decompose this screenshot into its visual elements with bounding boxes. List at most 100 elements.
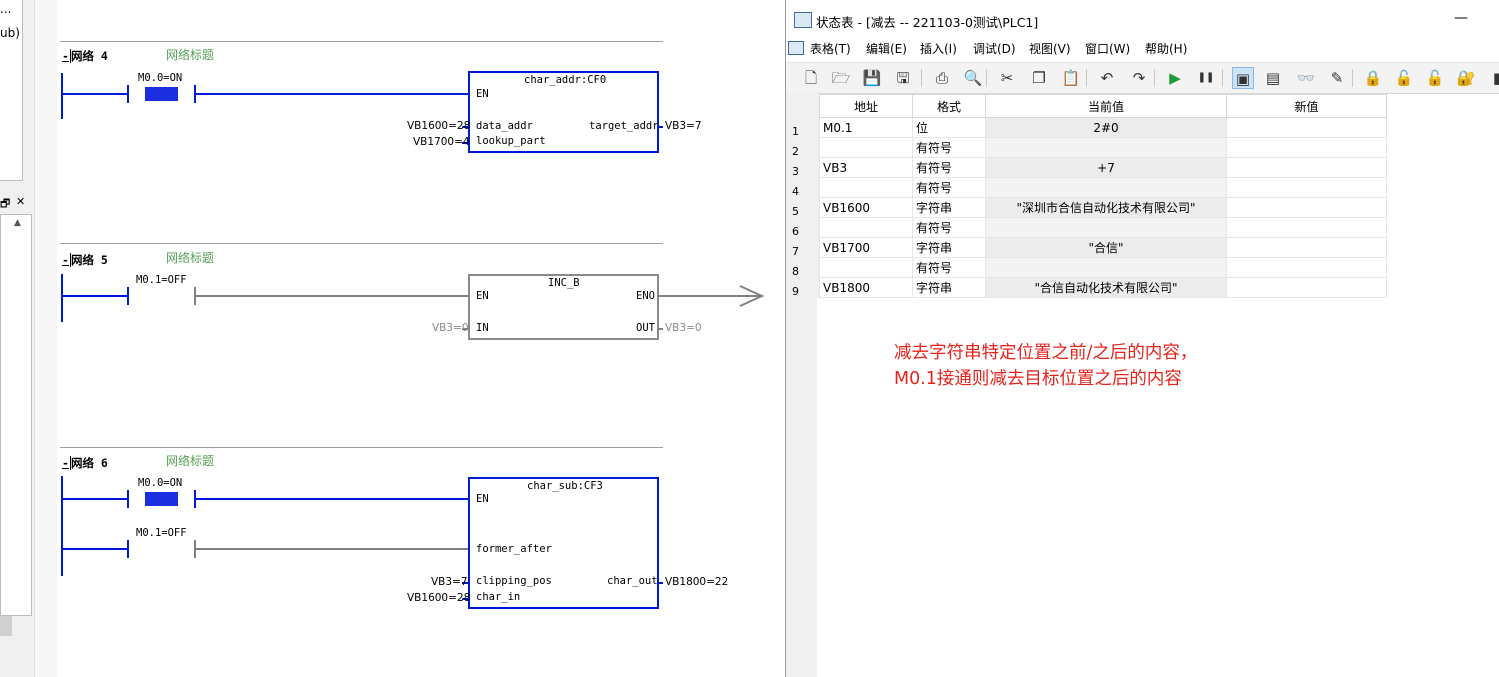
address-cell[interactable] <box>819 177 913 198</box>
current-value-cell[interactable] <box>985 177 1227 198</box>
table-row[interactable]: 1 M0.1 位 2#0 <box>788 117 1387 138</box>
current-value-cell[interactable]: "深圳市合信自动化技术有限公司" <box>985 197 1227 218</box>
force-icon[interactable]: 🔒 <box>1362 67 1384 89</box>
address-cell[interactable]: VB1600 <box>819 197 913 218</box>
more-icon[interactable]: ▮ <box>1486 67 1499 89</box>
row-number[interactable]: 3 <box>788 157 820 178</box>
address-cell[interactable]: M0.1 <box>819 117 913 138</box>
format-cell[interactable]: 位 <box>912 117 986 138</box>
output-value[interactable]: VB1800=22 <box>665 576 728 588</box>
row-number[interactable]: 9 <box>788 277 820 298</box>
table-row[interactable]: 7 VB1700 字符串 "合信" <box>788 237 1387 258</box>
redo-icon[interactable]: ↷ <box>1128 67 1150 89</box>
contact-m0-0-closed[interactable] <box>145 87 178 101</box>
new-value-cell[interactable] <box>1226 257 1387 278</box>
address-cell[interactable]: VB1700 <box>819 237 913 258</box>
run-icon[interactable]: ▶ <box>1164 67 1186 89</box>
input-value[interactable]: VB3=0 <box>432 322 469 334</box>
table-row[interactable]: 3 VB3 有符号 +7 <box>788 157 1387 178</box>
format-cell[interactable]: 有符号 <box>912 217 986 238</box>
current-value-cell[interactable]: +7 <box>985 157 1227 178</box>
row-number[interactable]: 2 <box>788 137 820 158</box>
current-value-cell[interactable]: "合信" <box>985 237 1227 258</box>
menu-view[interactable]: 视图(V) <box>1029 40 1071 57</box>
table-row[interactable]: 6 有符号 <box>788 217 1387 238</box>
network-6-title[interactable]: 网络标题 <box>166 452 214 469</box>
input-value[interactable]: VB1600=28 <box>407 120 470 132</box>
current-value-cell[interactable]: 2#0 <box>985 117 1227 138</box>
unforce-all-icon[interactable]: 🔓 <box>1424 67 1446 89</box>
unforce-icon[interactable]: 🔓 <box>1393 67 1415 89</box>
format-cell[interactable]: 有符号 <box>912 157 986 178</box>
row-number[interactable]: 4 <box>788 177 820 198</box>
pencil-icon[interactable]: ✎ <box>1326 67 1348 89</box>
copy-icon[interactable]: ❐ <box>1028 67 1050 89</box>
row-number[interactable]: 8 <box>788 257 820 278</box>
address-cell[interactable]: VB3 <box>819 157 913 178</box>
format-cell[interactable]: 字符串 <box>912 277 986 298</box>
network-5-label[interactable]: - 网络 5 <box>62 252 108 268</box>
cut-icon[interactable]: ✂ <box>996 67 1018 89</box>
new-value-cell[interactable] <box>1226 217 1387 238</box>
table-row[interactable]: 2 有符号 <box>788 137 1387 158</box>
row-number[interactable]: 5 <box>788 197 820 218</box>
table-row[interactable]: 8 有符号 <box>788 257 1387 278</box>
output-value[interactable]: VB3=7 <box>665 120 702 132</box>
format-cell[interactable]: 字符串 <box>912 197 986 218</box>
network-5-title[interactable]: 网络标题 <box>166 249 214 266</box>
menu-insert[interactable]: 插入(I) <box>920 40 957 57</box>
menu-edit[interactable]: 编辑(E) <box>866 40 907 57</box>
close-icon[interactable]: ✕ <box>16 195 25 208</box>
new-icon[interactable]: 🗋 <box>800 67 822 89</box>
format-cell[interactable]: 字符串 <box>912 237 986 258</box>
new-value-cell[interactable] <box>1226 277 1387 298</box>
input-value[interactable]: VB1600=28 <box>407 592 470 604</box>
new-value-cell[interactable] <box>1226 117 1387 138</box>
scroll-up-icon[interactable]: ▲ <box>14 218 21 228</box>
menu-help[interactable]: 帮助(H) <box>1145 40 1187 57</box>
window-menu-icon[interactable] <box>788 41 804 55</box>
address-cell[interactable] <box>819 137 913 158</box>
glasses-icon[interactable]: 👓 <box>1295 67 1317 89</box>
new-value-cell[interactable] <box>1226 137 1387 158</box>
new-value-cell[interactable] <box>1226 157 1387 178</box>
new-value-cell[interactable] <box>1226 197 1387 218</box>
column-header-format[interactable]: 格式 <box>912 94 986 118</box>
restore-icon[interactable]: 🗗 <box>0 195 10 214</box>
new-value-cell[interactable] <box>1226 237 1387 258</box>
table-row[interactable]: 9 VB1800 字符串 "合信自动化技术有限公司" <box>788 277 1387 298</box>
scroll-thumb[interactable] <box>0 616 12 636</box>
input-value[interactable]: VB3=7 <box>431 576 468 588</box>
undo-icon[interactable]: ↶ <box>1096 67 1118 89</box>
save-icon[interactable]: 💾 <box>861 67 883 89</box>
panel-list[interactable] <box>0 214 32 616</box>
window-title-bar[interactable]: 状态表 - [减去 -- 221103-0测试\PLC1] — <box>786 0 1499 38</box>
menu-window[interactable]: 窗口(W) <box>1085 40 1130 57</box>
column-header-address[interactable]: 地址 <box>819 94 913 118</box>
column-header-current-value[interactable]: 当前值 <box>985 94 1227 118</box>
splitter[interactable] <box>34 0 57 677</box>
format-cell[interactable]: 有符号 <box>912 137 986 158</box>
row-number[interactable]: 6 <box>788 217 820 238</box>
format-cell[interactable]: 有符号 <box>912 177 986 198</box>
pause-icon[interactable]: ❚❚ <box>1195 67 1217 89</box>
input-value[interactable]: VB1700=4 <box>413 136 470 148</box>
network-4-label[interactable]: - 网络 4 <box>62 48 108 64</box>
network-6-label[interactable]: - 网络 6 <box>62 455 108 471</box>
table-row[interactable]: 4 有符号 <box>788 177 1387 198</box>
current-value-cell[interactable] <box>985 137 1227 158</box>
column-header-new-value[interactable]: 新值 <box>1226 94 1387 118</box>
contact-m0-0-closed[interactable] <box>145 492 178 506</box>
menu-debug[interactable]: 调试(D) <box>973 40 1016 57</box>
open-icon[interactable]: 🗁 <box>830 67 852 89</box>
menu-table[interactable]: 表格(T) <box>810 40 851 57</box>
read-forced-icon[interactable]: 🔐 <box>1455 67 1477 89</box>
address-cell[interactable] <box>819 257 913 278</box>
current-value-cell[interactable] <box>985 217 1227 238</box>
table-monitor-icon[interactable]: ▣ <box>1232 67 1254 89</box>
output-value[interactable]: VB3=0 <box>665 322 702 334</box>
single-read-icon[interactable]: ▤ <box>1262 67 1284 89</box>
new-value-cell[interactable] <box>1226 177 1387 198</box>
address-cell[interactable]: VB1800 <box>819 277 913 298</box>
save-all-icon[interactable]: 🖫 <box>892 67 914 89</box>
